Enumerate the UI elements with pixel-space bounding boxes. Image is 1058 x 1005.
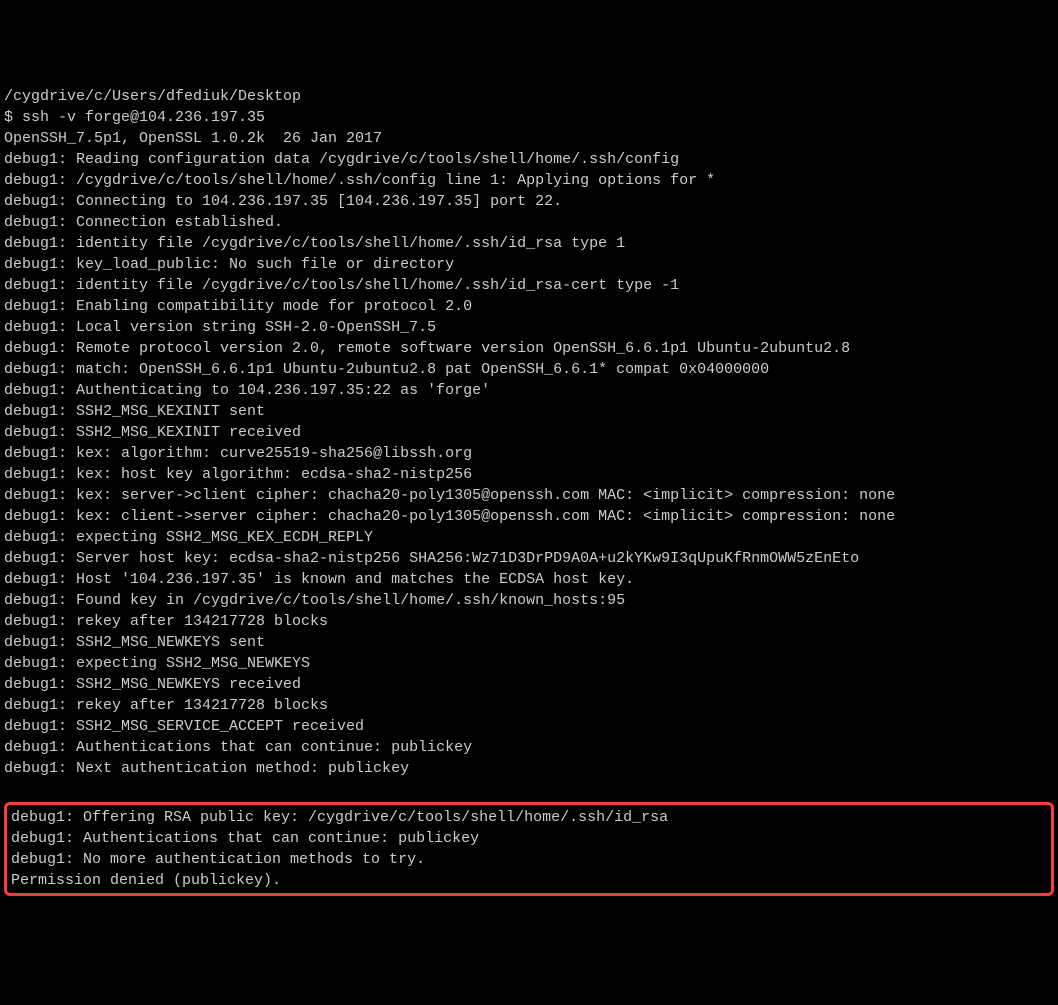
terminal-line: debug1: SSH2_MSG_NEWKEYS sent bbox=[4, 632, 1054, 653]
terminal-line: debug1: identity file /cygdrive/c/tools/… bbox=[4, 233, 1054, 254]
terminal-line: debug1: Connecting to 104.236.197.35 [10… bbox=[4, 191, 1054, 212]
highlighted-terminal-line: debug1: Offering RSA public key: /cygdri… bbox=[11, 807, 1047, 828]
terminal-line: debug1: /cygdrive/c/tools/shell/home/.ss… bbox=[4, 170, 1054, 191]
terminal-line: debug1: Next authentication method: publ… bbox=[4, 758, 1054, 779]
highlighted-section: debug1: Offering RSA public key: /cygdri… bbox=[4, 802, 1054, 896]
terminal-line: debug1: Connection established. bbox=[4, 212, 1054, 233]
terminal-output: /cygdrive/c/Users/dfediuk/Desktop$ ssh -… bbox=[4, 86, 1054, 779]
terminal-line: debug1: Authenticating to 104.236.197.35… bbox=[4, 380, 1054, 401]
terminal-line: debug1: kex: client->server cipher: chac… bbox=[4, 506, 1054, 527]
highlighted-terminal-line: Permission denied (publickey). bbox=[11, 870, 1047, 891]
terminal-line: debug1: SSH2_MSG_SERVICE_ACCEPT received bbox=[4, 716, 1054, 737]
terminal-line: debug1: Server host key: ecdsa-sha2-nist… bbox=[4, 548, 1054, 569]
terminal-line: debug1: kex: server->client cipher: chac… bbox=[4, 485, 1054, 506]
terminal-line: debug1: SSH2_MSG_NEWKEYS received bbox=[4, 674, 1054, 695]
terminal-line: debug1: Local version string SSH-2.0-Ope… bbox=[4, 317, 1054, 338]
terminal-line: debug1: Host '104.236.197.35' is known a… bbox=[4, 569, 1054, 590]
terminal-line: debug1: expecting SSH2_MSG_KEX_ECDH_REPL… bbox=[4, 527, 1054, 548]
terminal-line: debug1: SSH2_MSG_KEXINIT received bbox=[4, 422, 1054, 443]
terminal-line: debug1: kex: host key algorithm: ecdsa-s… bbox=[4, 464, 1054, 485]
terminal-line: debug1: rekey after 134217728 blocks bbox=[4, 695, 1054, 716]
terminal-line: debug1: Reading configuration data /cygd… bbox=[4, 149, 1054, 170]
terminal-line: $ ssh -v forge@104.236.197.35 bbox=[4, 107, 1054, 128]
terminal-line: debug1: Found key in /cygdrive/c/tools/s… bbox=[4, 590, 1054, 611]
terminal-line: debug1: kex: algorithm: curve25519-sha25… bbox=[4, 443, 1054, 464]
terminal-line: debug1: SSH2_MSG_KEXINIT sent bbox=[4, 401, 1054, 422]
terminal-line: debug1: expecting SSH2_MSG_NEWKEYS bbox=[4, 653, 1054, 674]
terminal-line: OpenSSH_7.5p1, OpenSSL 1.0.2k 26 Jan 201… bbox=[4, 128, 1054, 149]
terminal-line: debug1: Authentications that can continu… bbox=[4, 737, 1054, 758]
terminal-line: /cygdrive/c/Users/dfediuk/Desktop bbox=[4, 86, 1054, 107]
highlighted-terminal-line: debug1: Authentications that can continu… bbox=[11, 828, 1047, 849]
highlighted-terminal-line: debug1: No more authentication methods t… bbox=[11, 849, 1047, 870]
terminal-line: debug1: identity file /cygdrive/c/tools/… bbox=[4, 275, 1054, 296]
terminal-line: debug1: key_load_public: No such file or… bbox=[4, 254, 1054, 275]
terminal-line: debug1: rekey after 134217728 blocks bbox=[4, 611, 1054, 632]
terminal-line: debug1: match: OpenSSH_6.6.1p1 Ubuntu-2u… bbox=[4, 359, 1054, 380]
terminal-line: debug1: Remote protocol version 2.0, rem… bbox=[4, 338, 1054, 359]
terminal-line: debug1: Enabling compatibility mode for … bbox=[4, 296, 1054, 317]
